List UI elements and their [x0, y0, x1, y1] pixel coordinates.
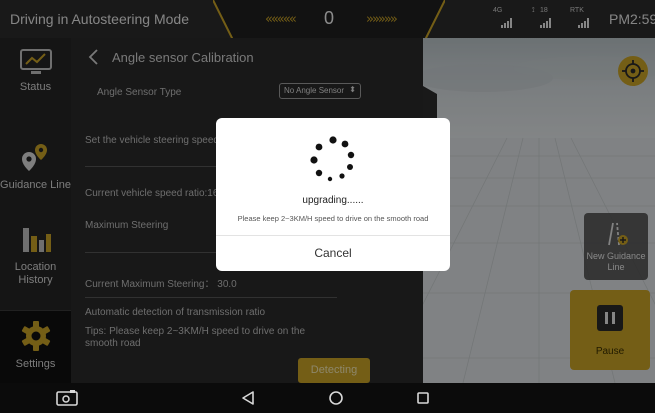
recents-square-icon: [417, 392, 429, 404]
camera-icon: [56, 390, 78, 406]
nav-recents-button[interactable]: [411, 383, 435, 413]
screenshot-button[interactable]: [52, 383, 82, 413]
home-circle-icon: [329, 391, 343, 405]
system-nav-bar: [0, 383, 655, 413]
dialog-message: Please keep 2~3KM/H speed to drive on th…: [237, 214, 429, 223]
dialog-title: upgrading......: [302, 195, 364, 206]
cancel-button[interactable]: Cancel: [216, 236, 450, 271]
back-triangle-icon: [242, 391, 254, 405]
nav-home-button[interactable]: [324, 383, 348, 413]
loading-spinner-icon: [310, 136, 355, 182]
upgrading-dialog: upgrading...... Please keep 2~3KM/H spee…: [216, 118, 450, 271]
nav-back-button[interactable]: [236, 383, 260, 413]
